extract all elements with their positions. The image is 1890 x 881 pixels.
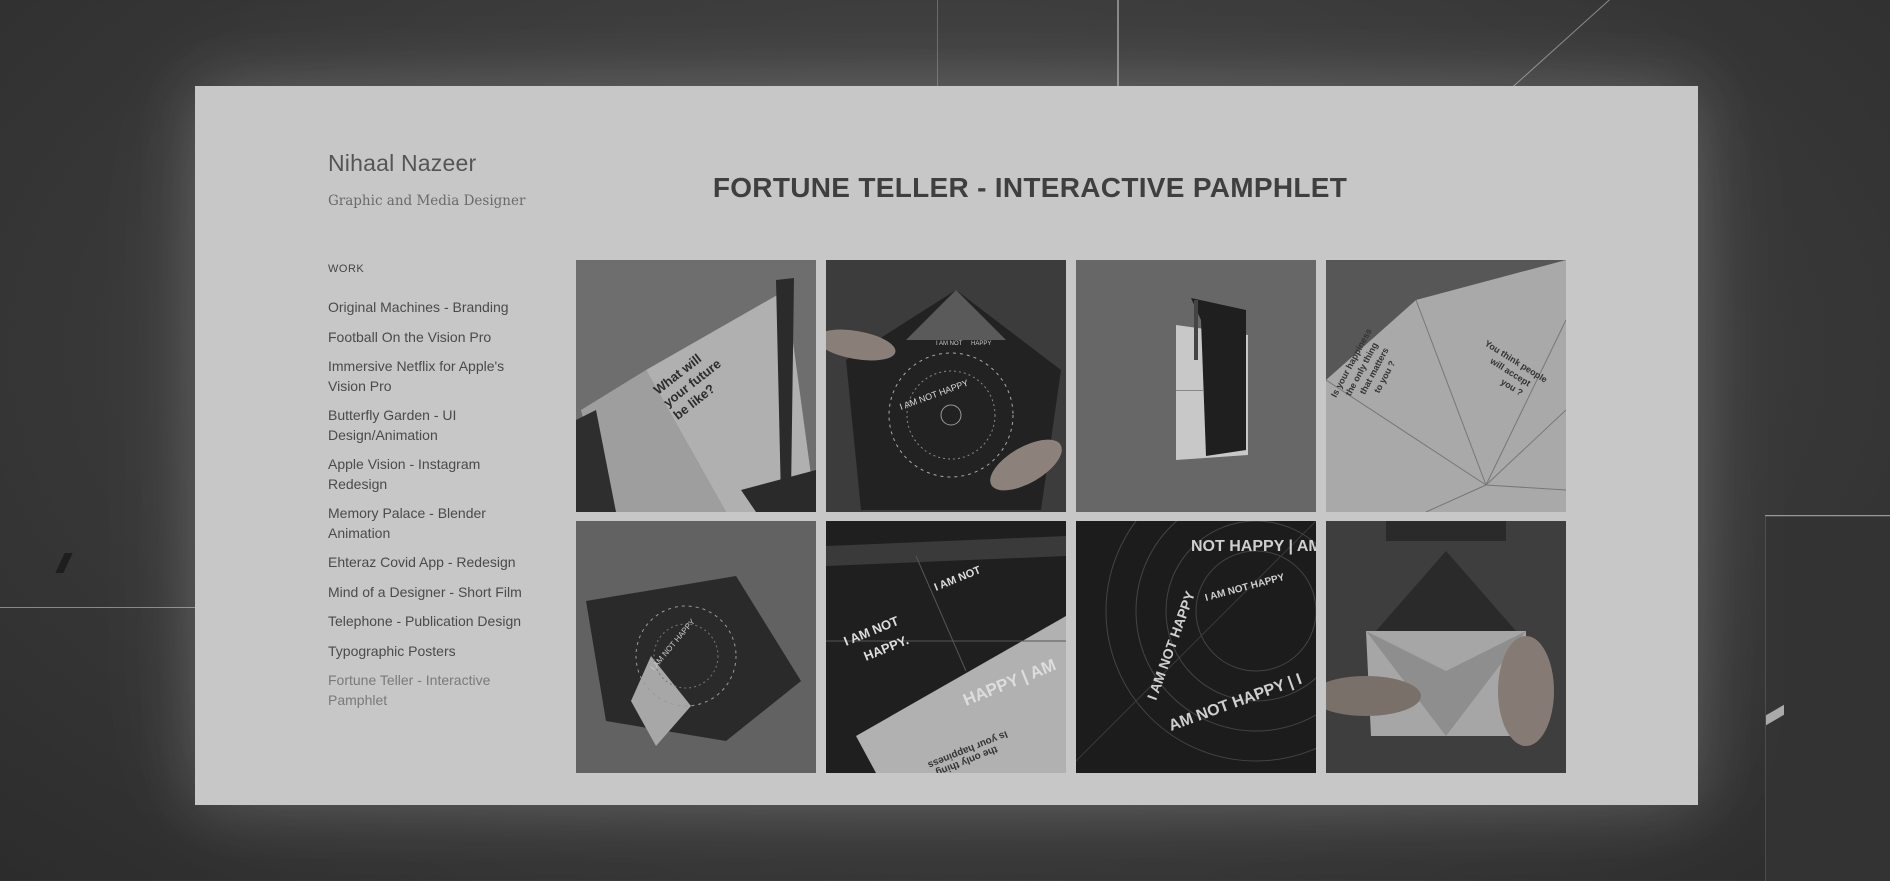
backdrop-line xyxy=(0,607,195,608)
nav-item-butterfly-garden[interactable]: Butterfly Garden - UI Design/Animation xyxy=(328,406,538,445)
pamphlet-photo: What will your future be like? xyxy=(576,260,816,512)
backdrop-line xyxy=(937,0,938,86)
nav-item-fortune-teller[interactable]: Fortune Teller - Interactive Pamphlet xyxy=(328,671,538,710)
nav-item-telephone[interactable]: Telephone - Publication Design xyxy=(328,612,538,632)
nav-item-ehteraz-covid-app[interactable]: Ehteraz Covid App - Redesign xyxy=(328,553,538,573)
gallery-image-2[interactable]: I AM NOT HAPPY I AM NOT HAPPY xyxy=(826,260,1066,512)
nav-item-football-vision-pro[interactable]: Football On the Vision Pro xyxy=(328,328,538,348)
backdrop-panel xyxy=(1765,516,1890,881)
portfolio-window: Nihaal Nazeer Graphic and Media Designer… xyxy=(195,86,1698,805)
sidebar: Nihaal Nazeer Graphic and Media Designer… xyxy=(328,152,538,720)
section-label-work: WORK xyxy=(328,263,365,275)
page-title: FORTUNE TELLER - INTERACTIVE PAMPHLET xyxy=(712,172,1348,203)
gallery-image-5[interactable]: I AM NOT HAPPY xyxy=(576,521,816,773)
backdrop-glint xyxy=(55,553,73,573)
tile-text: I AM NOT xyxy=(936,341,963,347)
nav-item-typographic-posters[interactable]: Typographic Posters xyxy=(328,642,538,662)
project-gallery: What will your future be like? I AM NOT … xyxy=(576,260,1566,773)
project-nav: Original Machines - Branding Football On… xyxy=(328,298,538,710)
pamphlet-photo: You think people will accept you ? Is yo… xyxy=(1326,260,1566,512)
backdrop-diagonal xyxy=(1513,0,1623,87)
nav-item-apple-vision-instagram[interactable]: Apple Vision - Instagram Redesign xyxy=(328,455,538,494)
nav-item-immersive-netflix[interactable]: Immersive Netflix for Apple's Vision Pro xyxy=(328,357,538,396)
gallery-image-8[interactable] xyxy=(1326,521,1566,773)
tile-text: NOT HAPPY | AM NOT HAPPY xyxy=(1191,538,1316,555)
nav-item-mind-of-a-designer[interactable]: Mind of a Designer - Short Film xyxy=(328,583,538,603)
gallery-image-3[interactable] xyxy=(1076,260,1316,512)
site-tagline: Graphic and Media Designer xyxy=(328,193,526,209)
nav-item-original-machines[interactable]: Original Machines - Branding xyxy=(328,298,538,318)
pamphlet-photo: I AM NOT HAPPY I AM NOT HAPPY xyxy=(826,260,1066,512)
tile-text: HAPPY xyxy=(971,341,991,347)
backdrop-line xyxy=(1117,0,1119,86)
nav-item-memory-palace[interactable]: Memory Palace - Blender Animation xyxy=(328,504,538,543)
gallery-image-6[interactable]: I AM NOT HAPPY. I AM NOT HAPPY | AM Is y… xyxy=(826,521,1066,773)
pamphlet-photo xyxy=(1076,260,1316,512)
pamphlet-photo xyxy=(1326,521,1566,773)
gallery-image-7[interactable]: NOT HAPPY | AM NOT HAPPY I AM NOT HAPPY … xyxy=(1076,521,1316,773)
gallery-image-1[interactable]: What will your future be like? xyxy=(576,260,816,512)
gallery-image-4[interactable]: You think people will accept you ? Is yo… xyxy=(1326,260,1566,512)
pamphlet-photo: I AM NOT HAPPY. I AM NOT HAPPY | AM Is y… xyxy=(826,521,1066,773)
site-name[interactable]: Nihaal Nazeer xyxy=(328,152,538,175)
pamphlet-photo: NOT HAPPY | AM NOT HAPPY I AM NOT HAPPY … xyxy=(1076,521,1316,773)
pamphlet-photo: I AM NOT HAPPY xyxy=(576,521,816,773)
